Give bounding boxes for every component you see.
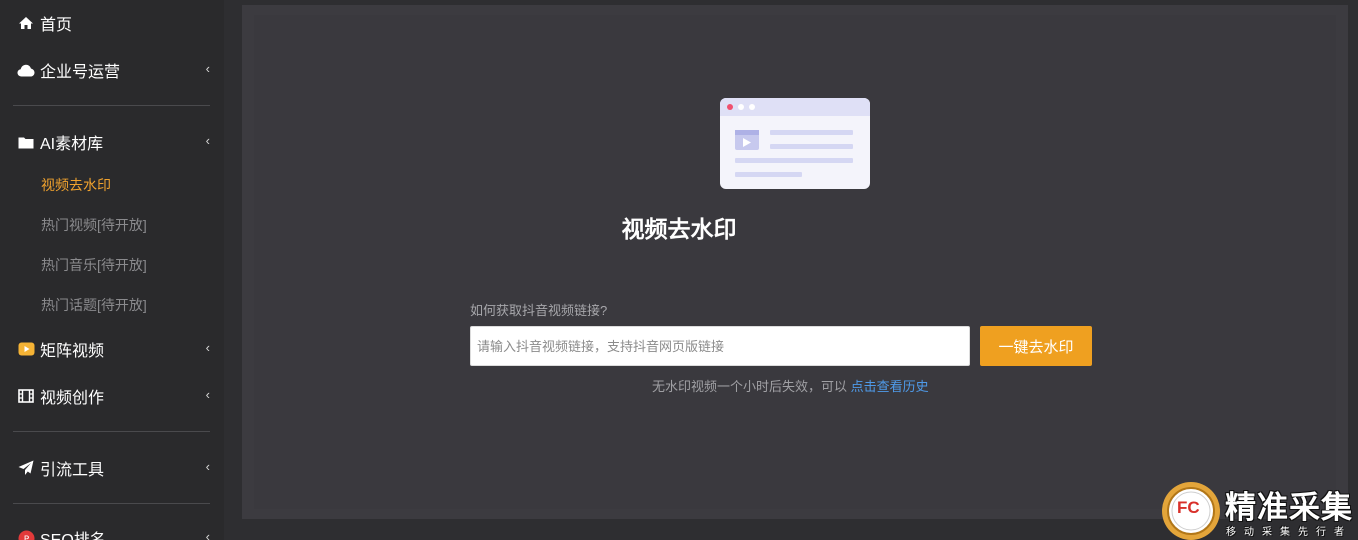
sidebar-subitem-remove-watermark[interactable]: 视频去水印: [41, 173, 111, 197]
sidebar-item-home[interactable]: 首页: [0, 3, 224, 43]
content-card: [254, 15, 1336, 509]
how-to-get-link[interactable]: 如何获取抖音视频链接?: [470, 300, 607, 319]
sidebar-item-label: 引流工具: [40, 462, 105, 479]
sidebar-divider: [13, 105, 210, 106]
folder-icon: [17, 133, 35, 151]
sidebar-item-label: 矩阵视频: [40, 343, 105, 360]
sidebar-item-label: 视频创作: [40, 390, 105, 407]
sidebar-item-label: AI素材库: [40, 136, 104, 153]
watermark-subtitle: 移动采集先行者: [1226, 527, 1352, 538]
home-icon: [17, 14, 35, 32]
sidebar-divider: [13, 503, 210, 504]
sidebar-item-label: 首页: [40, 17, 73, 34]
watermark-badge: FC: [1177, 498, 1200, 517]
sidebar: 首页 企业号运营 ‹ AI素材库 ‹ 视频去水印 热门视频[待开放] 热门音乐[…: [0, 0, 224, 540]
sidebar-item-enterprise[interactable]: 企业号运营 ‹: [0, 50, 224, 90]
cloud-icon: [17, 61, 35, 79]
page-title: 视频去水印: [621, 216, 737, 242]
sidebar-subitem-hot-topics[interactable]: 热门话题[待开放]: [41, 293, 147, 317]
sidebar-item-matrix-video[interactable]: 矩阵视频 ‹: [0, 329, 224, 369]
sidebar-item-seo-ranking[interactable]: P SEO排名 ‹: [0, 518, 224, 540]
sidebar-subitem-hot-music[interactable]: 热门音乐[待开放]: [41, 253, 147, 277]
chevron-left-icon: ‹: [205, 387, 210, 403]
video-play-icon: [17, 340, 35, 358]
sidebar-item-traffic-tools[interactable]: 引流工具 ‹: [0, 448, 224, 488]
chevron-left-icon: ‹: [205, 61, 210, 77]
svg-text:P: P: [23, 535, 29, 540]
video-document-illustration: [720, 98, 870, 189]
sidebar-divider: [13, 431, 210, 432]
sidebar-item-video-creation[interactable]: 视频创作 ‹: [0, 376, 224, 416]
paper-plane-icon: [17, 459, 35, 477]
expiry-note: 无水印视频一个小时后失效，可以 点击查看历史: [652, 376, 929, 395]
film-icon: [17, 387, 35, 405]
remove-watermark-button[interactable]: 一键去水印: [980, 326, 1092, 366]
chevron-left-icon: ‹: [205, 529, 210, 540]
seo-icon: P: [17, 529, 35, 540]
chevron-left-icon: ‹: [205, 340, 210, 356]
expiry-note-text: 无水印视频一个小时后失效，可以: [652, 379, 848, 394]
sidebar-item-label: 企业号运营: [40, 64, 121, 81]
watermark-title: 精准采集: [1225, 490, 1353, 526]
chevron-left-icon: ‹: [205, 133, 210, 149]
chevron-left-icon: ‹: [205, 459, 210, 475]
sidebar-item-ai-library[interactable]: AI素材库 ‹: [0, 122, 224, 162]
view-history-link[interactable]: 点击查看历史: [851, 379, 929, 394]
sidebar-item-label: SEO排名: [40, 526, 106, 540]
video-url-input[interactable]: [470, 326, 970, 366]
main-panel: [242, 5, 1348, 519]
